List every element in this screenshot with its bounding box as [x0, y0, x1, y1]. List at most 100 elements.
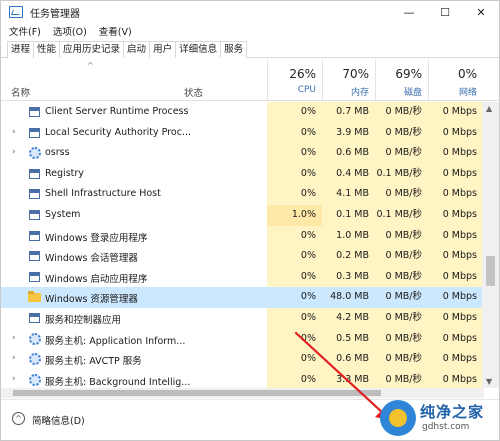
network-value: 0 Mbps	[428, 328, 483, 350]
memory-value: 0.3 MB	[322, 266, 375, 288]
expand-chevron-icon[interactable]: ›	[12, 147, 16, 157]
network-value: 0 Mbps	[428, 369, 483, 388]
memory-value: 4.2 MB	[322, 308, 375, 329]
menu-view[interactable]: 查看(V)	[99, 24, 132, 38]
network-value: 0 Mbps	[428, 308, 483, 329]
folder-icon	[28, 291, 41, 303]
task-manager-window: 任务管理器 — ☐ ✕ 文件(F) 选项(O) 查看(V) 进程 性能 应用历史…	[0, 0, 500, 441]
memory-value: 0.7 MB	[322, 102, 375, 123]
expand-chevron-icon[interactable]: ›	[12, 333, 16, 343]
process-name: Windows 登录应用程序	[45, 232, 148, 244]
process-row[interactable]: › 服务主机: Background Intellig... 0% 3.3 MB 0 M…	[1, 369, 483, 388]
close-button[interactable]: ✕	[463, 1, 499, 23]
disk-value: 0 MB/秒	[375, 102, 428, 123]
fewer-details-button[interactable]: 简略信息(D)	[32, 413, 85, 427]
cpu-value: 0%	[267, 246, 322, 267]
tab-users[interactable]: 用户	[149, 41, 177, 58]
tab-startup[interactable]: 启动	[123, 41, 151, 58]
process-name: System	[45, 209, 81, 220]
process-row[interactable]: Windows 登录应用程序 0% 1.0 MB 0 MB/秒 0 Mbps	[1, 225, 483, 247]
process-row[interactable]: Windows 启动应用程序 0% 0.3 MB 0 MB/秒 0 Mbps	[1, 266, 483, 288]
network-value: 0 Mbps	[428, 184, 483, 205]
task-manager-app-icon	[9, 6, 23, 18]
process-row[interactable]: Windows 会话管理器 0% 0.2 MB 0 MB/秒 0 Mbps	[1, 246, 483, 267]
memory-value: 1.0 MB	[322, 225, 375, 247]
app-window-icon	[29, 127, 40, 138]
network-value: 0 Mbps	[428, 266, 483, 288]
process-row[interactable]: › 服务主机: AVCTP 服务 0% 0.6 MB 0 MB/秒 0 Mbps	[1, 349, 483, 370]
process-row[interactable]: Client Server Runtime Process 0% 0.7 MB 0 M…	[1, 102, 483, 123]
disk-value: 0 MB/秒	[375, 328, 428, 350]
chevron-up-icon[interactable]: ^	[12, 412, 25, 425]
site-watermark: 纯净之家 gdhst.com	[380, 398, 500, 438]
cpu-value: 0%	[267, 266, 322, 288]
network-value: 0 Mbps	[428, 246, 483, 267]
column-cpu-header[interactable]: 26% CPU	[267, 59, 322, 101]
process-row[interactable]: 服务和控制器应用 0% 4.2 MB 0 MB/秒 0 Mbps	[1, 308, 483, 329]
column-disk-header[interactable]: 69% 磁盘	[375, 59, 428, 101]
disk-value: 0 MB/秒	[375, 246, 428, 267]
process-row[interactable]: › 服务主机: Application Inform... 0% 0.5 MB 0 MB…	[1, 328, 483, 350]
cpu-value: 0%	[267, 349, 322, 370]
column-status-header[interactable]: 状态	[184, 85, 203, 99]
maximize-button[interactable]: ☐	[427, 1, 463, 23]
memory-label: 内存	[350, 88, 369, 98]
expand-chevron-icon[interactable]: ›	[12, 127, 16, 137]
disk-value: 0 MB/秒	[375, 184, 428, 205]
disk-total-percent: 69%	[395, 67, 422, 81]
cpu-value: 0%	[267, 225, 322, 247]
expand-chevron-icon[interactable]: ›	[12, 374, 16, 384]
disk-value: 0 MB/秒	[375, 122, 428, 144]
cpu-value: 0%	[267, 163, 322, 185]
column-name-header[interactable]: 名称	[11, 85, 30, 99]
tab-services[interactable]: 服务	[220, 41, 248, 58]
cpu-value: 0%	[267, 184, 322, 205]
sort-caret-icon: ^	[87, 61, 94, 70]
vertical-scroll-thumb[interactable]	[486, 256, 495, 286]
vertical-scrollbar[interactable]: ▲ ▼	[482, 102, 499, 388]
scroll-down-icon[interactable]: ▼	[486, 377, 492, 386]
menu-options[interactable]: 选项(O)	[53, 24, 87, 38]
process-row[interactable]: Windows 资源管理器 0% 48.0 MB 0 MB/秒 0 Mbps	[1, 287, 483, 308]
process-name: Shell Infrastructure Host	[45, 188, 161, 200]
tab-processes[interactable]: 进程	[7, 41, 35, 59]
title-bar: 任务管理器 — ☐ ✕	[1, 1, 499, 23]
column-network-header[interactable]: 0% 网络	[428, 59, 483, 101]
network-value: 0 Mbps	[428, 163, 483, 185]
disk-value: 0 MB/秒	[375, 287, 428, 308]
network-value: 0 Mbps	[428, 102, 483, 123]
scroll-up-icon[interactable]: ▲	[486, 104, 492, 113]
horizontal-scroll-thumb[interactable]	[13, 390, 381, 396]
tab-app-history[interactable]: 应用历史记录	[59, 41, 125, 58]
expand-chevron-icon[interactable]: ›	[12, 353, 16, 363]
process-row[interactable]: › osrss 0% 0.6 MB 0 MB/秒 0 Mbps	[1, 143, 483, 164]
horizontal-scrollbar[interactable]	[1, 388, 484, 398]
cpu-value: 0%	[267, 369, 322, 388]
cpu-label: CPU	[297, 85, 316, 95]
minimize-button[interactable]: —	[391, 1, 427, 23]
memory-value: 0.4 MB	[322, 163, 375, 185]
process-row[interactable]: Registry 0% 0.4 MB 0.1 MB/秒 0 Mbps	[1, 163, 483, 185]
tab-details[interactable]: 详细信息	[175, 41, 222, 58]
process-name: 服务主机: Background Intellig...	[45, 376, 191, 388]
network-value: 0 Mbps	[428, 349, 483, 370]
app-window-icon	[29, 189, 40, 200]
memory-value: 4.1 MB	[322, 184, 375, 205]
network-value: 0 Mbps	[428, 205, 483, 226]
process-row[interactable]: › Local Security Authority Proc... 0% 3.9 M…	[1, 122, 483, 144]
column-memory-header[interactable]: 70% 内存	[322, 59, 375, 101]
disk-value: 0.1 MB/秒	[375, 205, 428, 226]
network-value: 0 Mbps	[428, 143, 483, 164]
tab-performance[interactable]: 性能	[33, 41, 61, 58]
menu-file[interactable]: 文件(F)	[9, 24, 41, 38]
cpu-value: 0%	[267, 143, 322, 164]
process-row[interactable]: Shell Infrastructure Host 0% 4.1 MB 0 MB/秒 0…	[1, 184, 483, 205]
menu-bar: 文件(F) 选项(O) 查看(V)	[1, 23, 144, 39]
network-value: 0 Mbps	[428, 287, 483, 308]
cpu-value: 0%	[267, 328, 322, 350]
app-window-icon	[29, 210, 40, 220]
memory-value: 3.9 MB	[322, 122, 375, 144]
process-row[interactable]: System 1.0% 0.1 MB 0.1 MB/秒 0 Mbps	[1, 205, 483, 226]
process-name: 服务主机: Application Inform...	[45, 335, 186, 347]
disk-value: 0 MB/秒	[375, 225, 428, 247]
